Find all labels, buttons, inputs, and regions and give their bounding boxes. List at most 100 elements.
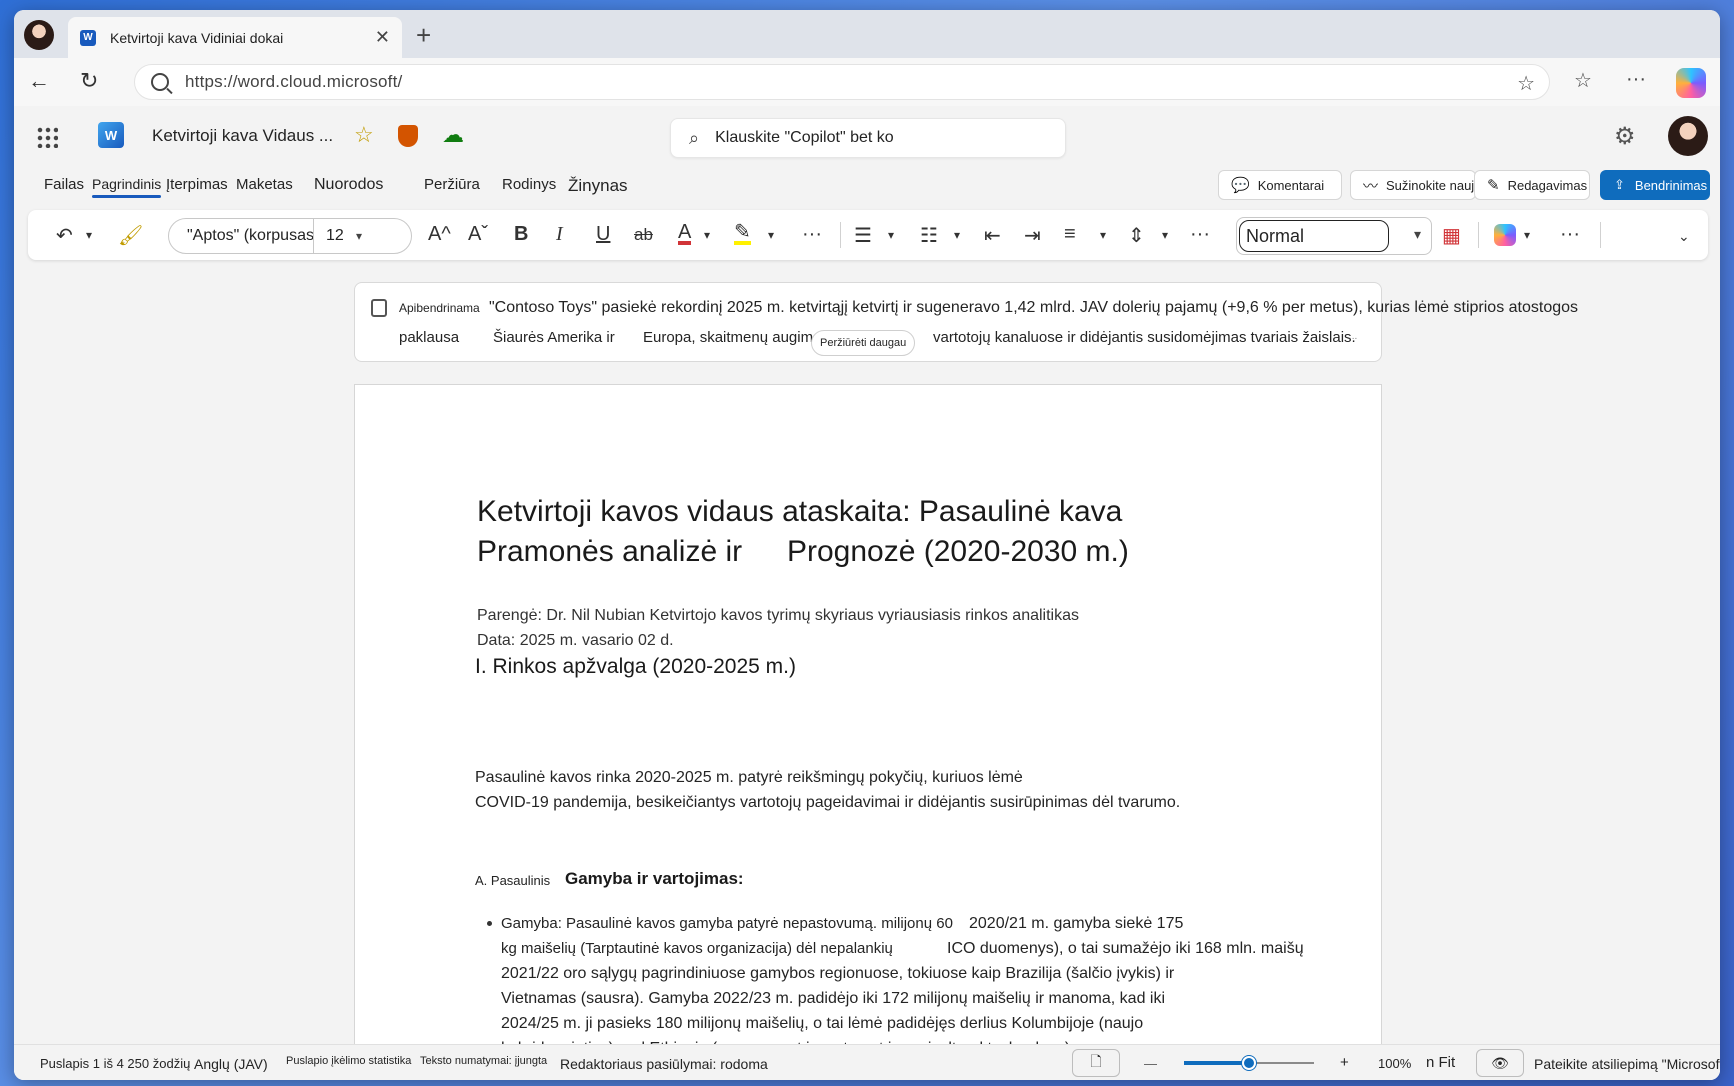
app-header: W Ketvirtoji kava Vidaus ... ☆ ☁ ⌕ Klaus…	[14, 106, 1720, 166]
bullets-icon[interactable]: ☰	[854, 223, 872, 248]
add-favorite-icon[interactable]: ☆	[1517, 71, 1535, 96]
style-dropdown-icon[interactable]: ▾	[1414, 226, 1421, 243]
align-dropdown-icon[interactable]: ▾	[1100, 228, 1106, 242]
share-button[interactable]: ⇪ Bendrinimas	[1600, 170, 1710, 200]
more-font-icon[interactable]: ···	[802, 223, 822, 246]
editor-suggestions-status[interactable]: Redaktoriaus pasiūlymai: rodoma	[560, 1056, 768, 1072]
copilot-icon[interactable]	[1676, 68, 1706, 98]
bullets-dropdown-icon[interactable]: ▾	[888, 228, 894, 242]
word-favicon-icon: W	[80, 29, 96, 46]
new-tab-button[interactable]: +	[416, 20, 431, 51]
tab-zinynas[interactable]: Žinynas	[568, 176, 628, 196]
document-title[interactable]: Ketvirtoji kava Vidaus ...	[152, 126, 333, 146]
zoom-level[interactable]: 100%	[1378, 1056, 1411, 1071]
settings-gear-icon[interactable]: ⚙	[1614, 122, 1636, 151]
font-size-dropdown-icon[interactable]: ▾	[356, 229, 362, 243]
tab-iterpimas[interactable]: Įterpimas	[166, 176, 228, 193]
font-size[interactable]: 12	[326, 227, 356, 245]
browser-tab[interactable]: W Ketvirtoji kava Vidiniai dokai ✕	[68, 17, 402, 58]
fit-button[interactable]: n Fit	[1426, 1054, 1455, 1071]
text-predictions-status[interactable]: Teksto numatymai: įjungta	[420, 1055, 547, 1067]
pencil-icon: ✎	[1487, 177, 1500, 194]
increase-indent-icon[interactable]: ⇥	[1024, 223, 1041, 248]
close-tab-icon[interactable]: ✕	[375, 27, 390, 48]
line-spacing-icon[interactable]: ⇕	[1128, 223, 1145, 248]
copilot-ribbon-icon[interactable]	[1494, 224, 1516, 246]
style-selector[interactable]: Normal ▾	[1236, 217, 1432, 255]
summary-line-2c: Europa, skaitmenų augimas	[643, 329, 829, 346]
highlight-dropdown-icon[interactable]: ▾	[768, 228, 774, 242]
numbering-icon[interactable]: ☷	[920, 223, 938, 248]
star-icon[interactable]: ☆	[354, 122, 374, 148]
undo-icon[interactable]: ↶	[56, 223, 73, 248]
line-spacing-dropdown-icon[interactable]: ▾	[1162, 228, 1168, 242]
styles-gallery-icon[interactable]: ▦	[1442, 223, 1461, 248]
ribbon-toolbar: ↶ ▾ 🖌 "Aptos" (korpusas 12 ▾ A^ Aˇ B I U…	[28, 210, 1708, 260]
shield-lock-icon[interactable]	[398, 125, 418, 147]
collapse-ribbon-icon[interactable]: ⌄	[1678, 228, 1690, 245]
copilot-dropdown-icon[interactable]: ▾	[1524, 228, 1530, 242]
prepared-by: Parengė: Dr. Nil Nubian Ketvirtojo kavos…	[477, 607, 1079, 624]
tab-pagrindinis[interactable]: Pagrindinis	[92, 176, 162, 198]
tab-nuorodos[interactable]: Nuorodos	[314, 176, 383, 194]
font-color-icon[interactable]: A	[678, 222, 692, 245]
shrink-font-icon[interactable]: Aˇ	[468, 223, 488, 246]
grow-font-icon[interactable]: A^	[428, 223, 451, 246]
focus-view-icon[interactable]: 👁	[1476, 1049, 1524, 1077]
address-bar[interactable]: https://word.cloud.microsoft/ ☆	[134, 64, 1550, 100]
tab-rodinys[interactable]: Rodinys	[502, 176, 556, 193]
language-status[interactable]: Anglų (JAV)	[194, 1056, 268, 1072]
font-color-dropdown-icon[interactable]: ▾	[704, 228, 710, 242]
refresh-button[interactable]: ↻	[80, 68, 98, 94]
view-mode-icon[interactable]: 🗋	[1072, 1049, 1120, 1077]
document-page[interactable]: Ketvirtoji kavos vidaus ataskaita: Pasau…	[354, 384, 1382, 1080]
format-painter-icon[interactable]: 🖌	[118, 223, 143, 248]
font-selector[interactable]: "Aptos" (korpusas 12 ▾	[168, 218, 412, 254]
zoom-in-button[interactable]: +	[1340, 1054, 1349, 1071]
highlight-icon[interactable]: ✎	[734, 222, 751, 245]
more-paragraph-icon[interactable]: ···	[1190, 223, 1210, 246]
align-icon[interactable]: ≡	[1064, 223, 1076, 246]
paragraph-line-1: Pasaulinė kavos rinka 2020-2025 m. patyr…	[475, 769, 1023, 786]
zoom-slider[interactable]	[1184, 1056, 1314, 1070]
editing-label: Redagavimas	[1507, 177, 1588, 193]
back-button[interactable]: ←	[28, 68, 50, 94]
editing-mode-button[interactable]: ✎ Redagavimas	[1474, 170, 1590, 200]
share-label: Bendrinimas	[1634, 177, 1708, 193]
cloud-saved-icon[interactable]: ☁	[442, 122, 464, 148]
word-logo-icon[interactable]: W	[98, 122, 124, 148]
whats-new-button[interactable]: 〰 Sužinokite naujienas	[1350, 170, 1476, 200]
summary-ellipsis: ...	[1349, 331, 1358, 342]
tab-failas[interactable]: Failas	[44, 176, 84, 193]
copilot-search-box[interactable]: ⌕ Klauskite "Copilot" bet ko	[670, 118, 1066, 158]
numbering-dropdown-icon[interactable]: ▾	[954, 228, 960, 242]
decrease-indent-icon[interactable]: ⇤	[984, 223, 1001, 248]
document-date: Data: 2025 m. vasario 02 d.	[477, 632, 674, 649]
summary-icon	[371, 299, 387, 317]
more-options-icon[interactable]: ···	[1560, 223, 1580, 246]
undo-dropdown-icon[interactable]: ▾	[86, 228, 92, 242]
see-more-button[interactable]: Peržiūrėti daugau	[811, 330, 916, 356]
comments-button[interactable]: 💬 Komentarai	[1218, 170, 1342, 200]
underline-icon[interactable]: U	[596, 223, 610, 246]
feedback-link[interactable]: Pateikite atsiliepimą "Microsoft"	[1534, 1056, 1720, 1072]
browser-menu-icon[interactable]: ···	[1626, 68, 1646, 91]
paragraph-line-2: COVID-19 pandemija, besikeičiantys varto…	[475, 794, 1181, 811]
app-launcher-icon[interactable]	[36, 126, 58, 148]
profile-avatar[interactable]	[24, 20, 54, 50]
bullet-line: ICO duomenys), o tai sumažėjo iki 168 ml…	[947, 940, 1304, 957]
strikethrough-icon[interactable]: ab	[634, 225, 653, 245]
zoom-slider-thumb[interactable]	[1242, 1056, 1256, 1070]
divider	[1478, 222, 1479, 248]
page-count[interactable]: Puslapis 1 iš 4 250 žodžių	[40, 1056, 190, 1071]
pulse-icon: 〰	[1363, 177, 1379, 195]
italic-icon[interactable]: I	[556, 223, 563, 246]
tab-perziura[interactable]: Peržiūra	[424, 176, 480, 193]
page-load-stats[interactable]: Puslapio įkėlimo statistika	[286, 1055, 411, 1067]
zoom-out-button[interactable]: —	[1144, 1056, 1157, 1071]
bullet-line: Gamyba: Pasaulinė kavos gamyba patyrė ne…	[501, 915, 953, 932]
favorites-icon[interactable]: ☆	[1574, 68, 1592, 93]
tab-maketas[interactable]: Maketas	[236, 176, 293, 193]
bold-icon[interactable]: B	[514, 223, 528, 246]
user-avatar[interactable]	[1668, 116, 1708, 156]
